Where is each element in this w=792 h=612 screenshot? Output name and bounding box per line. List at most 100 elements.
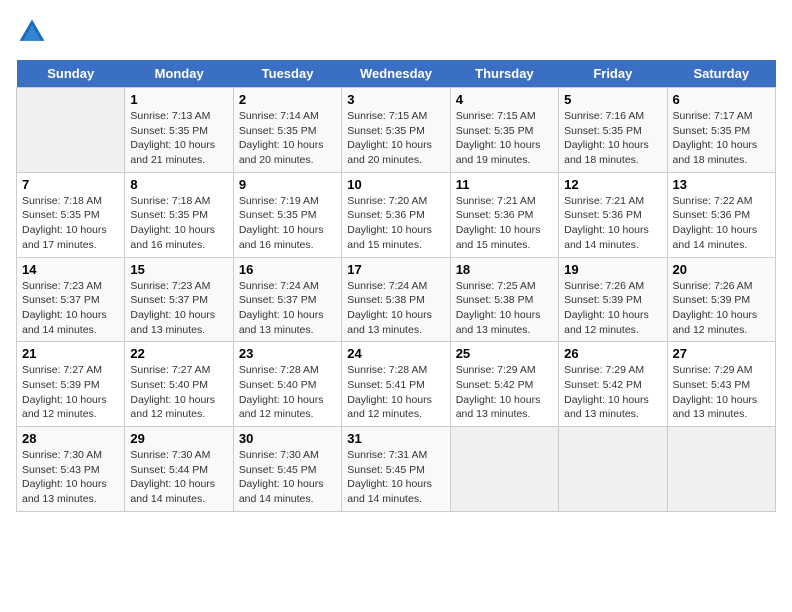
calendar-table: SundayMondayTuesdayWednesdayThursdayFrid… xyxy=(16,60,776,512)
calendar-cell: 14 Sunrise: 7:23 AMSunset: 5:37 PMDaylig… xyxy=(17,257,125,342)
header-day: Saturday xyxy=(667,60,775,88)
header-row: SundayMondayTuesdayWednesdayThursdayFrid… xyxy=(17,60,776,88)
day-number: 21 xyxy=(22,346,119,361)
calendar-cell: 3 Sunrise: 7:15 AMSunset: 5:35 PMDayligh… xyxy=(342,88,450,173)
calendar-cell: 23 Sunrise: 7:28 AMSunset: 5:40 PMDaylig… xyxy=(233,342,341,427)
day-info: Sunrise: 7:30 AMSunset: 5:44 PMDaylight:… xyxy=(130,448,227,507)
day-number: 14 xyxy=(22,262,119,277)
calendar-cell: 9 Sunrise: 7:19 AMSunset: 5:35 PMDayligh… xyxy=(233,172,341,257)
calendar-week-row: 1 Sunrise: 7:13 AMSunset: 5:35 PMDayligh… xyxy=(17,88,776,173)
calendar-cell: 18 Sunrise: 7:25 AMSunset: 5:38 PMDaylig… xyxy=(450,257,558,342)
calendar-cell: 31 Sunrise: 7:31 AMSunset: 5:45 PMDaylig… xyxy=(342,427,450,512)
day-number: 7 xyxy=(22,177,119,192)
calendar-week-row: 14 Sunrise: 7:23 AMSunset: 5:37 PMDaylig… xyxy=(17,257,776,342)
day-info: Sunrise: 7:26 AMSunset: 5:39 PMDaylight:… xyxy=(673,279,770,338)
day-number: 8 xyxy=(130,177,227,192)
calendar-cell: 16 Sunrise: 7:24 AMSunset: 5:37 PMDaylig… xyxy=(233,257,341,342)
day-info: Sunrise: 7:30 AMSunset: 5:45 PMDaylight:… xyxy=(239,448,336,507)
day-number: 1 xyxy=(130,92,227,107)
day-number: 30 xyxy=(239,431,336,446)
calendar-cell: 13 Sunrise: 7:22 AMSunset: 5:36 PMDaylig… xyxy=(667,172,775,257)
calendar-cell: 20 Sunrise: 7:26 AMSunset: 5:39 PMDaylig… xyxy=(667,257,775,342)
logo xyxy=(16,16,52,48)
calendar-cell xyxy=(667,427,775,512)
day-number: 28 xyxy=(22,431,119,446)
day-info: Sunrise: 7:19 AMSunset: 5:35 PMDaylight:… xyxy=(239,194,336,253)
calendar-cell: 15 Sunrise: 7:23 AMSunset: 5:37 PMDaylig… xyxy=(125,257,233,342)
day-number: 5 xyxy=(564,92,661,107)
day-number: 17 xyxy=(347,262,444,277)
calendar-cell: 27 Sunrise: 7:29 AMSunset: 5:43 PMDaylig… xyxy=(667,342,775,427)
day-number: 13 xyxy=(673,177,770,192)
day-info: Sunrise: 7:20 AMSunset: 5:36 PMDaylight:… xyxy=(347,194,444,253)
header-day: Monday xyxy=(125,60,233,88)
calendar-cell: 2 Sunrise: 7:14 AMSunset: 5:35 PMDayligh… xyxy=(233,88,341,173)
calendar-cell: 12 Sunrise: 7:21 AMSunset: 5:36 PMDaylig… xyxy=(559,172,667,257)
calendar-cell: 8 Sunrise: 7:18 AMSunset: 5:35 PMDayligh… xyxy=(125,172,233,257)
day-number: 3 xyxy=(347,92,444,107)
day-info: Sunrise: 7:23 AMSunset: 5:37 PMDaylight:… xyxy=(22,279,119,338)
day-info: Sunrise: 7:22 AMSunset: 5:36 PMDaylight:… xyxy=(673,194,770,253)
day-info: Sunrise: 7:29 AMSunset: 5:42 PMDaylight:… xyxy=(564,363,661,422)
day-info: Sunrise: 7:18 AMSunset: 5:35 PMDaylight:… xyxy=(130,194,227,253)
day-number: 22 xyxy=(130,346,227,361)
day-number: 27 xyxy=(673,346,770,361)
day-number: 2 xyxy=(239,92,336,107)
calendar-cell: 29 Sunrise: 7:30 AMSunset: 5:44 PMDaylig… xyxy=(125,427,233,512)
day-info: Sunrise: 7:18 AMSunset: 5:35 PMDaylight:… xyxy=(22,194,119,253)
day-number: 10 xyxy=(347,177,444,192)
calendar-cell: 30 Sunrise: 7:30 AMSunset: 5:45 PMDaylig… xyxy=(233,427,341,512)
day-info: Sunrise: 7:29 AMSunset: 5:42 PMDaylight:… xyxy=(456,363,553,422)
calendar-cell: 28 Sunrise: 7:30 AMSunset: 5:43 PMDaylig… xyxy=(17,427,125,512)
calendar-cell: 1 Sunrise: 7:13 AMSunset: 5:35 PMDayligh… xyxy=(125,88,233,173)
day-number: 25 xyxy=(456,346,553,361)
header xyxy=(16,16,776,48)
calendar-cell: 7 Sunrise: 7:18 AMSunset: 5:35 PMDayligh… xyxy=(17,172,125,257)
header-day: Thursday xyxy=(450,60,558,88)
calendar-cell: 26 Sunrise: 7:29 AMSunset: 5:42 PMDaylig… xyxy=(559,342,667,427)
day-number: 6 xyxy=(673,92,770,107)
calendar-cell: 5 Sunrise: 7:16 AMSunset: 5:35 PMDayligh… xyxy=(559,88,667,173)
day-info: Sunrise: 7:21 AMSunset: 5:36 PMDaylight:… xyxy=(456,194,553,253)
calendar-cell: 17 Sunrise: 7:24 AMSunset: 5:38 PMDaylig… xyxy=(342,257,450,342)
day-number: 29 xyxy=(130,431,227,446)
calendar-week-row: 21 Sunrise: 7:27 AMSunset: 5:39 PMDaylig… xyxy=(17,342,776,427)
day-info: Sunrise: 7:27 AMSunset: 5:39 PMDaylight:… xyxy=(22,363,119,422)
day-info: Sunrise: 7:26 AMSunset: 5:39 PMDaylight:… xyxy=(564,279,661,338)
header-day: Wednesday xyxy=(342,60,450,88)
calendar-cell: 10 Sunrise: 7:20 AMSunset: 5:36 PMDaylig… xyxy=(342,172,450,257)
day-info: Sunrise: 7:24 AMSunset: 5:38 PMDaylight:… xyxy=(347,279,444,338)
calendar-cell: 22 Sunrise: 7:27 AMSunset: 5:40 PMDaylig… xyxy=(125,342,233,427)
day-info: Sunrise: 7:13 AMSunset: 5:35 PMDaylight:… xyxy=(130,109,227,168)
calendar-week-row: 28 Sunrise: 7:30 AMSunset: 5:43 PMDaylig… xyxy=(17,427,776,512)
day-info: Sunrise: 7:23 AMSunset: 5:37 PMDaylight:… xyxy=(130,279,227,338)
day-number: 19 xyxy=(564,262,661,277)
day-number: 20 xyxy=(673,262,770,277)
day-number: 18 xyxy=(456,262,553,277)
day-info: Sunrise: 7:24 AMSunset: 5:37 PMDaylight:… xyxy=(239,279,336,338)
day-info: Sunrise: 7:14 AMSunset: 5:35 PMDaylight:… xyxy=(239,109,336,168)
day-info: Sunrise: 7:15 AMSunset: 5:35 PMDaylight:… xyxy=(456,109,553,168)
day-number: 31 xyxy=(347,431,444,446)
day-number: 16 xyxy=(239,262,336,277)
day-number: 24 xyxy=(347,346,444,361)
calendar-cell xyxy=(559,427,667,512)
calendar-cell: 21 Sunrise: 7:27 AMSunset: 5:39 PMDaylig… xyxy=(17,342,125,427)
day-info: Sunrise: 7:15 AMSunset: 5:35 PMDaylight:… xyxy=(347,109,444,168)
day-info: Sunrise: 7:29 AMSunset: 5:43 PMDaylight:… xyxy=(673,363,770,422)
calendar-cell: 6 Sunrise: 7:17 AMSunset: 5:35 PMDayligh… xyxy=(667,88,775,173)
day-info: Sunrise: 7:25 AMSunset: 5:38 PMDaylight:… xyxy=(456,279,553,338)
calendar-header: SundayMondayTuesdayWednesdayThursdayFrid… xyxy=(17,60,776,88)
calendar-cell xyxy=(17,88,125,173)
day-number: 11 xyxy=(456,177,553,192)
calendar-cell xyxy=(450,427,558,512)
logo-icon xyxy=(16,16,48,48)
calendar-week-row: 7 Sunrise: 7:18 AMSunset: 5:35 PMDayligh… xyxy=(17,172,776,257)
day-number: 12 xyxy=(564,177,661,192)
day-number: 15 xyxy=(130,262,227,277)
day-info: Sunrise: 7:17 AMSunset: 5:35 PMDaylight:… xyxy=(673,109,770,168)
calendar-cell: 24 Sunrise: 7:28 AMSunset: 5:41 PMDaylig… xyxy=(342,342,450,427)
day-info: Sunrise: 7:16 AMSunset: 5:35 PMDaylight:… xyxy=(564,109,661,168)
day-info: Sunrise: 7:28 AMSunset: 5:41 PMDaylight:… xyxy=(347,363,444,422)
day-number: 4 xyxy=(456,92,553,107)
